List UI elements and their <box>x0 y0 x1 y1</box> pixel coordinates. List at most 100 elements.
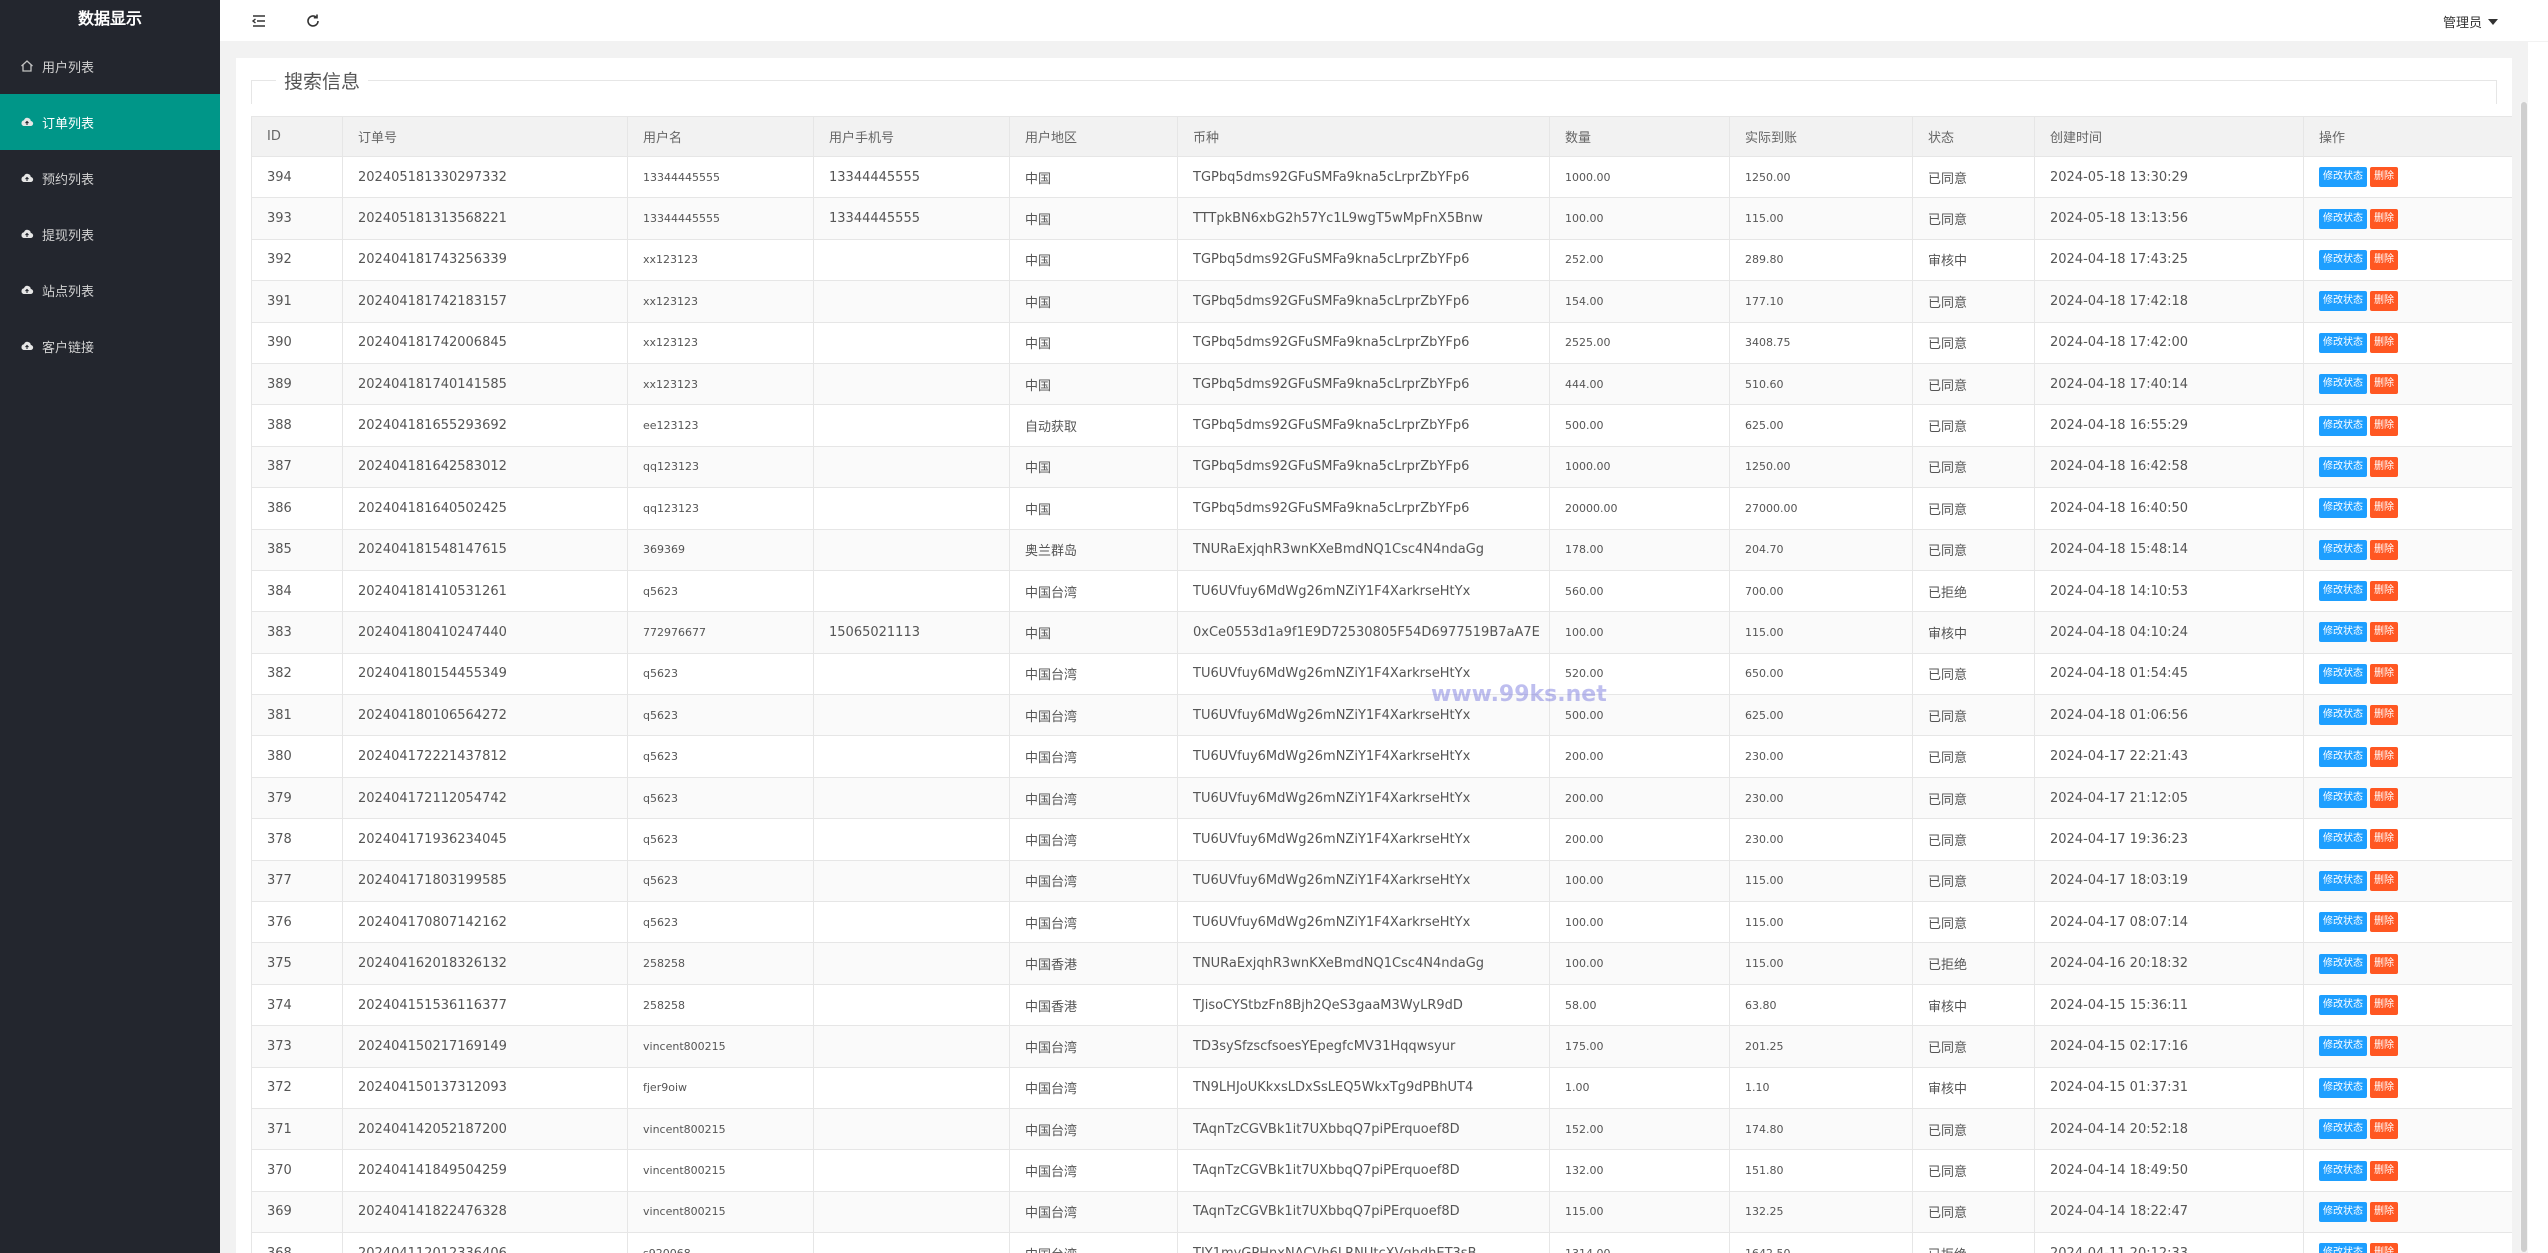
column-header: 用户手机号 <box>813 116 1010 157</box>
delete-button[interactable]: 删除 <box>2370 374 2398 395</box>
edit-status-button[interactable]: 修改状态 <box>2319 249 2367 270</box>
edit-status-button[interactable]: 修改状态 <box>2319 332 2367 353</box>
delete-button[interactable]: 删除 <box>2370 167 2398 188</box>
table-cell: 中国台湾 <box>1009 652 1178 696</box>
delete-button[interactable]: 删除 <box>2370 291 2398 312</box>
edit-status-button[interactable]: 修改状态 <box>2319 291 2367 312</box>
delete-button[interactable]: 删除 <box>2370 912 2398 933</box>
table-cell: 已同意 <box>1912 818 2035 861</box>
delete-button[interactable]: 删除 <box>2370 456 2398 477</box>
edit-status-button[interactable]: 修改状态 <box>2319 415 2367 436</box>
delete-button[interactable]: 删除 <box>2370 705 2398 726</box>
delete-button[interactable]: 删除 <box>2370 788 2398 809</box>
edit-status-button[interactable]: 修改状态 <box>2319 167 2367 188</box>
table-row: 379 202404172112054742 q5623 中国台湾 TU6UVfuy6M… <box>251 776 2512 820</box>
table-cell: 中国 <box>1009 445 1178 489</box>
edit-status-button[interactable]: 修改状态 <box>2319 995 2367 1015</box>
delete-button[interactable]: 删除 <box>2370 249 2398 270</box>
delete-button[interactable]: 删除 <box>2370 208 2398 229</box>
edit-status-button[interactable]: 修改状态 <box>2319 1077 2367 1098</box>
delete-button[interactable]: 删除 <box>2370 622 2398 643</box>
table-cell: q5623 <box>627 776 814 820</box>
table-cell: 2024-04-11 20:12:33 <box>2034 1232 2304 1253</box>
delete-button[interactable]: 删除 <box>2370 1119 2398 1140</box>
delete-button[interactable]: 删除 <box>2370 995 2398 1015</box>
sidebar-item-1[interactable]: 订单列表 <box>0 94 220 150</box>
table-cell: 1642.50 <box>1729 1232 1913 1253</box>
edit-status-button[interactable]: 修改状态 <box>2319 622 2367 643</box>
edit-status-button[interactable]: 修改状态 <box>2319 374 2367 395</box>
table-cell: qq123123 <box>627 487 814 530</box>
scrollbar-thumb[interactable] <box>2521 102 2527 1252</box>
table-cell: 中国台湾 <box>1009 859 1178 903</box>
delete-button[interactable]: 删除 <box>2370 1077 2398 1098</box>
edit-status-button[interactable]: 修改状态 <box>2319 581 2367 602</box>
table-cell: TU6UVfuy6MdWg26mNZiY1F4XarkrseHtYx <box>1177 569 1550 613</box>
delete-button[interactable]: 删除 <box>2370 829 2398 850</box>
edit-status-button[interactable]: 修改状态 <box>2319 705 2367 726</box>
table-cell: TN9LHJoUKkxsLDxSsLEQ5WkxTg9dPBhUT4 <box>1177 1066 1550 1109</box>
actions-cell: 修改状态 删除 <box>2303 735 2512 778</box>
table-cell: 202404150137312093 <box>342 1066 628 1109</box>
menu-fold-icon[interactable] <box>248 10 270 32</box>
edit-status-button[interactable]: 修改状态 <box>2319 1160 2367 1181</box>
table-cell: 394 <box>251 155 343 199</box>
table-cell <box>813 362 1010 406</box>
refresh-icon[interactable] <box>302 10 324 32</box>
sidebar-item-5[interactable]: 客户链接 <box>0 318 220 374</box>
delete-button[interactable]: 删除 <box>2370 539 2398 560</box>
edit-status-button[interactable]: 修改状态 <box>2319 912 2367 933</box>
table-cell: 383 <box>251 611 343 654</box>
delete-button[interactable]: 删除 <box>2370 663 2398 684</box>
edit-status-button[interactable]: 修改状态 <box>2319 1243 2367 1253</box>
table-cell: 202404181410531261 <box>342 569 628 613</box>
table-cell: 371 <box>251 1107 343 1151</box>
edit-status-button[interactable]: 修改状态 <box>2319 663 2367 684</box>
edit-status-button[interactable]: 修改状态 <box>2319 1119 2367 1140</box>
edit-status-button[interactable]: 修改状态 <box>2319 870 2367 891</box>
caret-down-icon <box>2488 18 2498 25</box>
edit-status-button[interactable]: 修改状态 <box>2319 829 2367 850</box>
actions-cell: 修改状态 删除 <box>2303 942 2512 985</box>
delete-button[interactable]: 删除 <box>2370 1243 2398 1253</box>
table-cell: 700.00 <box>1729 569 1913 613</box>
table-cell <box>813 776 1010 820</box>
actions-cell: 修改状态 删除 <box>2303 238 2512 282</box>
sidebar-item-4[interactable]: 站点列表 <box>0 262 220 318</box>
edit-status-button[interactable]: 修改状态 <box>2319 746 2367 767</box>
sidebar-item-3[interactable]: 提现列表 <box>0 206 220 262</box>
sidebar-item-0[interactable]: 用户列表 <box>0 38 220 94</box>
table-cell: q5623 <box>627 735 814 778</box>
delete-button[interactable]: 删除 <box>2370 581 2398 602</box>
sidebar-item-2[interactable]: 预约列表 <box>0 150 220 206</box>
delete-button[interactable]: 删除 <box>2370 332 2398 353</box>
delete-button[interactable]: 删除 <box>2370 870 2398 891</box>
edit-status-button[interactable]: 修改状态 <box>2319 539 2367 560</box>
actions-cell: 修改状态 删除 <box>2303 983 2512 1027</box>
edit-status-button[interactable]: 修改状态 <box>2319 1036 2367 1057</box>
table-cell: 202404142052187200 <box>342 1107 628 1151</box>
delete-button[interactable]: 删除 <box>2370 1160 2398 1181</box>
table-cell: xx123123 <box>627 321 814 364</box>
admin-menu[interactable]: 管理员 <box>2443 12 2498 31</box>
vertical-scrollbar[interactable] <box>2520 102 2528 1252</box>
delete-button[interactable]: 删除 <box>2370 498 2398 519</box>
table-cell: 115.00 <box>1729 859 1913 903</box>
delete-button[interactable]: 删除 <box>2370 1201 2398 1222</box>
table-cell: 200.00 <box>1549 735 1730 778</box>
table-cell: fjer9oiw <box>627 1066 814 1109</box>
delete-button[interactable]: 删除 <box>2370 746 2398 767</box>
table-cell: TU6UVfuy6MdWg26mNZiY1F4XarkrseHtYx <box>1177 652 1550 696</box>
edit-status-button[interactable]: 修改状态 <box>2319 456 2367 477</box>
delete-button[interactable]: 删除 <box>2370 1036 2398 1057</box>
edit-status-button[interactable]: 修改状态 <box>2319 953 2367 974</box>
table-cell: 230.00 <box>1729 776 1913 820</box>
delete-button[interactable]: 删除 <box>2370 953 2398 974</box>
edit-status-button[interactable]: 修改状态 <box>2319 498 2367 519</box>
edit-status-button[interactable]: 修改状态 <box>2319 788 2367 809</box>
table-cell: 中国台湾 <box>1009 1190 1178 1234</box>
edit-status-button[interactable]: 修改状态 <box>2319 1201 2367 1222</box>
delete-button[interactable]: 删除 <box>2370 415 2398 436</box>
edit-status-button[interactable]: 修改状态 <box>2319 208 2367 229</box>
column-header: 币种 <box>1177 116 1550 157</box>
